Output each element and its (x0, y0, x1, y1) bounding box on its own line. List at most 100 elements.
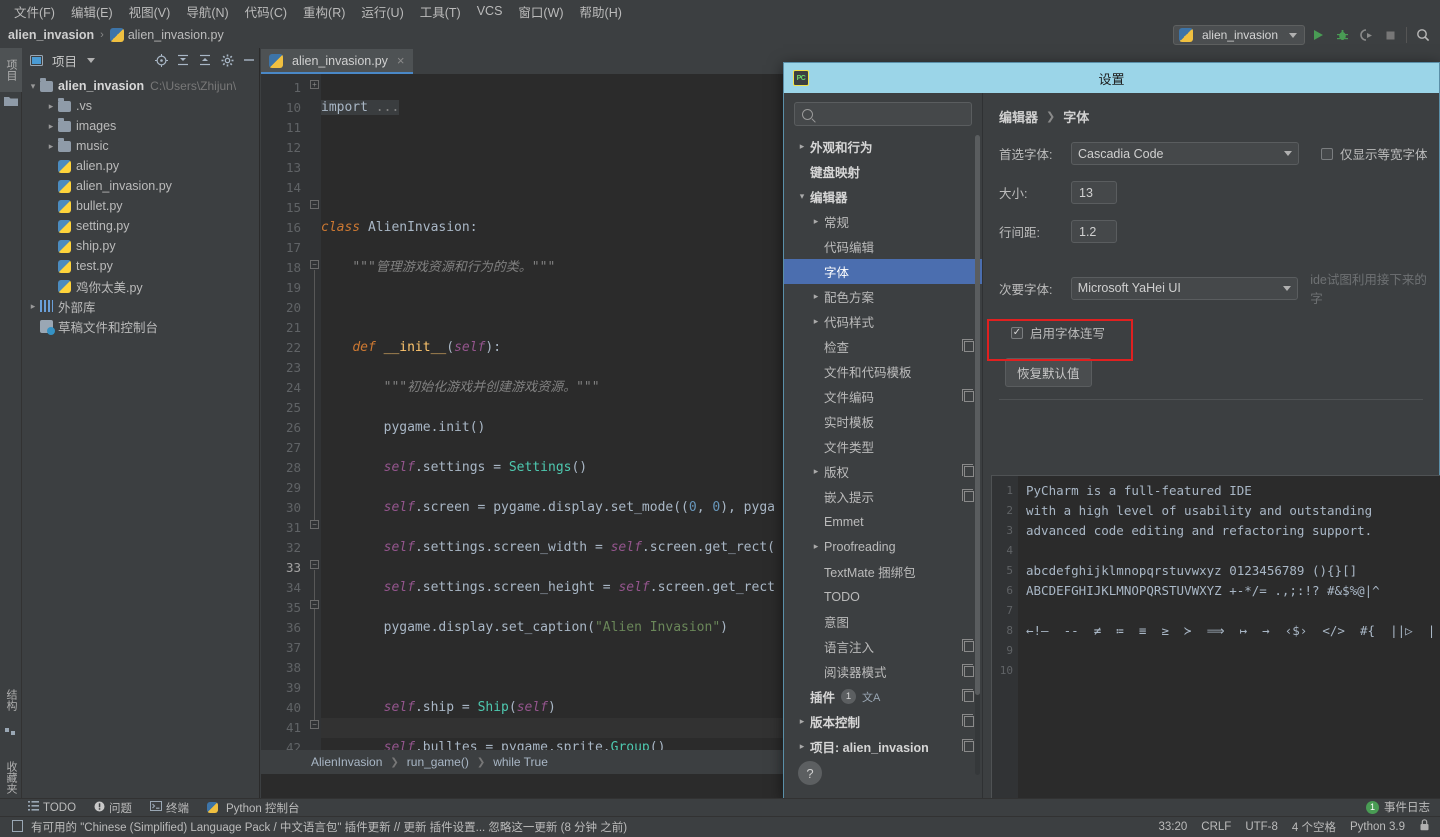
settings-search-input[interactable] (820, 107, 960, 121)
menu-item-vcs[interactable]: VCS (469, 2, 511, 20)
project-tree[interactable]: ▾ alien_invasion C:\Users\Zhijun\ ▸ .vs ▸ imag… (22, 72, 259, 336)
run-button[interactable] (1307, 25, 1329, 45)
chevron-right-icon[interactable]: ▸ (794, 716, 810, 727)
settings-tree-item[interactable]: 实时模板 (784, 409, 982, 434)
bottom-tab-problems[interactable]: 问题 (94, 800, 132, 816)
settings-tree-item[interactable]: ▸ 项目: alien_invasion (784, 734, 982, 759)
settings-tree-item[interactable]: 文件编码 (784, 384, 982, 409)
line-height-input[interactable]: 1.2 (1071, 220, 1117, 243)
source-code[interactable]: import ... class AlienInvasion: """管理游戏资… (321, 74, 775, 774)
fold-column[interactable]: + − − − − − − − − (307, 74, 321, 774)
bottom-tab-todo[interactable]: TODO (28, 801, 76, 814)
settings-tree-item[interactable]: ▸ 常规 (784, 209, 982, 234)
chevron-down-icon[interactable]: ▾ (26, 81, 40, 92)
settings-tree-item[interactable]: ▸ Proofreading (784, 534, 982, 559)
settings-tree-item[interactable]: ▾ 编辑器 (784, 184, 982, 209)
menu-item-help[interactable]: 帮助(H) (572, 0, 630, 23)
chevron-right-icon[interactable]: ▸ (808, 316, 824, 327)
fold-marker-init[interactable]: − (310, 260, 319, 269)
bottom-tab-python-console[interactable]: Python 控制台 (207, 800, 300, 816)
settings-tree-item[interactable]: 键盘映射 (784, 159, 982, 184)
select-opened-file-icon[interactable] (151, 50, 171, 70)
menu-item-file[interactable]: 文件(F) (6, 0, 63, 23)
settings-tree-item[interactable]: 文件类型 (784, 434, 982, 459)
run-with-coverage-button[interactable] (1355, 25, 1377, 45)
monospace-only-checkbox-row[interactable]: 仅显示等宽字体 (1321, 144, 1428, 163)
indent-setting[interactable]: 4 个空格 (1292, 819, 1336, 835)
monospace-only-checkbox[interactable] (1321, 147, 1333, 160)
settings-tree-item[interactable]: 文件和代码模板 (784, 359, 982, 384)
fold-marker-class[interactable]: − (310, 200, 319, 209)
sidebar-item-structure[interactable]: 结构 (0, 678, 22, 722)
file-encoding[interactable]: UTF-8 (1245, 821, 1278, 833)
project-tree-item[interactable]: ▾ alien_invasion C:\Users\Zhijun\ (22, 76, 259, 96)
settings-tree-item[interactable]: 插件 1 文A (784, 684, 982, 709)
status-message[interactable]: 有可用的 "Chinese (Simplified) Language Pack… (31, 819, 627, 835)
copy-settings-icon[interactable] (962, 489, 974, 502)
project-tree-item[interactable]: ▸ music (22, 136, 259, 156)
bottom-tab-terminal[interactable]: 终端 (150, 800, 189, 816)
menu-item-edit[interactable]: 编辑(E) (63, 0, 121, 23)
caret-position[interactable]: 33:20 (1159, 821, 1188, 833)
settings-tree-item[interactable]: Emmet (784, 509, 982, 534)
breadcrumb-class[interactable]: AlienInvasion (311, 755, 382, 769)
settings-tree-item[interactable]: 阅读器模式 (784, 659, 982, 684)
project-tree-item[interactable]: alien.py (22, 156, 259, 176)
settings-tree[interactable]: ▸ 外观和行为 键盘映射 ▾ 编辑器 ▸ 常规 代码编辑 字体 ▸ 配色方案 ▸ 代码样式 检查 文件和代码… (784, 132, 982, 759)
project-tree-item[interactable]: 鸡你太美.py (22, 276, 259, 296)
settings-tree-item[interactable]: 检查 (784, 334, 982, 359)
menu-item-run[interactable]: 运行(U) (353, 0, 411, 23)
fold-marker-import[interactable]: + (310, 80, 319, 89)
run-configuration-selector[interactable]: alien_invasion (1172, 25, 1305, 45)
event-log-button[interactable]: 1 事件日志 (1366, 798, 1430, 816)
copy-settings-icon[interactable] (962, 714, 974, 727)
settings-tree-item[interactable]: TODO (784, 584, 982, 609)
fold-marker-while-end[interactable]: − (310, 720, 319, 729)
menu-item-refactor[interactable]: 重构(R) (295, 0, 353, 23)
search-everywhere-icon[interactable] (1412, 25, 1434, 45)
collapse-all-icon[interactable] (195, 50, 215, 70)
settings-tree-item[interactable]: 字体 (784, 259, 982, 284)
hide-panel-icon[interactable] (239, 50, 259, 70)
copy-settings-icon[interactable] (962, 339, 974, 352)
settings-tree-scrollbar[interactable] (975, 135, 980, 775)
settings-tree-item[interactable]: 代码编辑 (784, 234, 982, 259)
menu-item-navigate[interactable]: 导航(N) (178, 0, 236, 23)
copy-settings-icon[interactable] (962, 389, 974, 402)
project-tree-item[interactable]: ▸ images (22, 116, 259, 136)
chevron-right-icon[interactable]: ▸ (44, 141, 58, 152)
breadcrumb-file[interactable]: alien_invasion.py (128, 28, 224, 42)
lock-icon[interactable] (1419, 819, 1430, 834)
project-tree-item[interactable]: ▸ .vs (22, 96, 259, 116)
breadcrumb-method[interactable]: run_game() (407, 755, 469, 769)
expand-all-icon[interactable] (173, 50, 193, 70)
chevron-right-icon[interactable]: ▸ (794, 141, 810, 152)
settings-tree-item[interactable]: ▸ 外观和行为 (784, 134, 982, 159)
fold-marker-init-end[interactable]: − (310, 520, 319, 529)
settings-search-box[interactable] (794, 102, 972, 126)
ligatures-row[interactable]: 启用字体连写 (1011, 323, 1439, 342)
project-tree-item[interactable]: 草稿文件和控制台 (22, 316, 259, 336)
menu-item-tools[interactable]: 工具(T) (412, 0, 469, 23)
chevron-down-icon[interactable] (81, 50, 101, 70)
breadcrumb-project[interactable]: alien_invasion (8, 28, 94, 42)
copy-settings-icon[interactable] (962, 664, 974, 677)
settings-tree-item[interactable]: 语言注入 (784, 634, 982, 659)
fold-marker-run-game[interactable]: − (310, 560, 319, 569)
primary-font-combo[interactable]: Cascadia Code (1071, 142, 1299, 165)
help-button[interactable]: ? (798, 761, 822, 785)
sidebar-item-project[interactable]: 项目 (0, 48, 22, 92)
settings-tree-item[interactable]: 意图 (784, 609, 982, 634)
settings-tree-item[interactable]: ▸ 版本控制 (784, 709, 982, 734)
close-icon[interactable]: × (397, 53, 405, 68)
python-interpreter[interactable]: Python 3.9 (1350, 821, 1405, 833)
chevron-down-icon[interactable]: ▾ (794, 191, 810, 202)
chevron-right-icon[interactable]: ▸ (26, 301, 40, 312)
settings-tree-item[interactable]: ▸ 版权 (784, 459, 982, 484)
copy-settings-icon[interactable] (962, 464, 974, 477)
breadcrumb-statement[interactable]: while True (493, 755, 548, 769)
restore-defaults-button[interactable]: 恢复默认值 (1005, 358, 1092, 387)
editor-tab-alien-invasion[interactable]: alien_invasion.py × (261, 49, 413, 74)
stop-button[interactable] (1379, 25, 1401, 45)
font-size-input[interactable]: 13 (1071, 181, 1117, 204)
